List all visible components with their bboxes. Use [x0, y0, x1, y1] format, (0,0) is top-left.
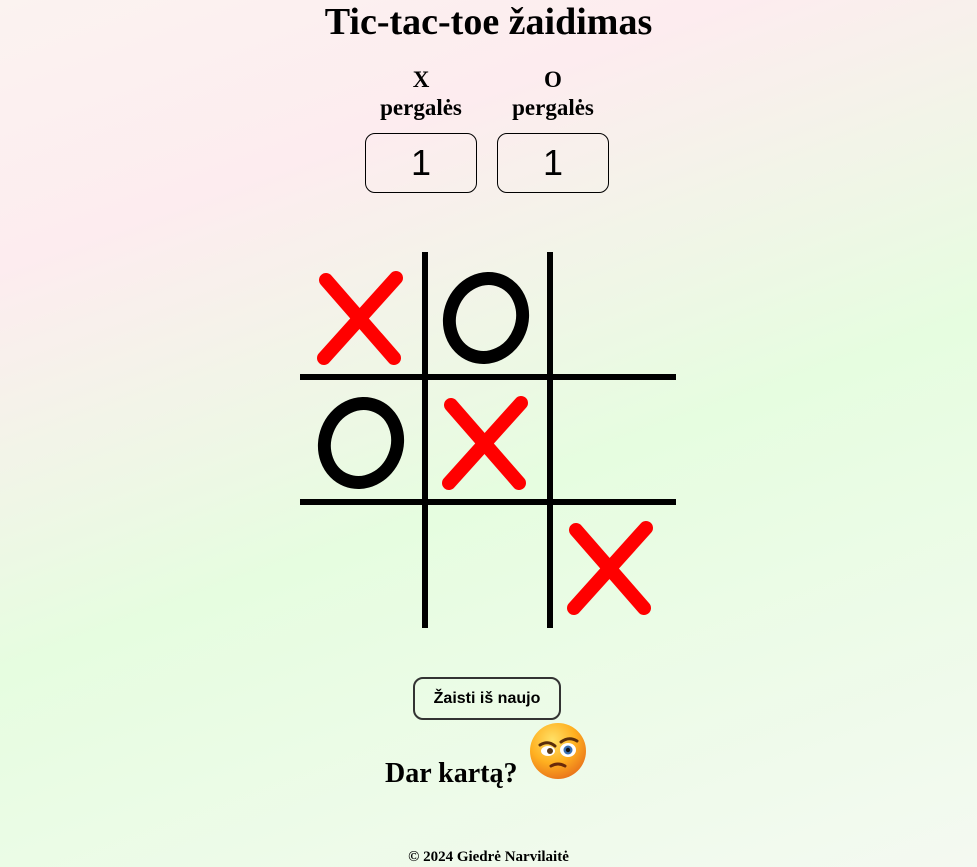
o-score-value: 1: [497, 133, 609, 193]
game-board: [300, 252, 676, 628]
board-cell[interactable]: [550, 502, 674, 626]
x-mark: [567, 521, 653, 615]
x-score-panel: X pergalės 1: [365, 66, 477, 193]
board-cell[interactable]: [425, 502, 549, 626]
x-score-label: X pergalės: [365, 66, 477, 122]
x-score-value: 1: [365, 133, 477, 193]
footer-copyright: © 2024 Giedrė Narvilaitė: [408, 849, 569, 865]
board-cell[interactable]: [300, 502, 424, 626]
restart-button[interactable]: Žaisti iš naujo: [413, 677, 561, 720]
page-title: Tic-tac-toe žaidimas: [324, 1, 653, 43]
o-mark: [317, 397, 405, 489]
board-cell[interactable]: [425, 252, 549, 376]
o-score-panel: O pergalės 1: [497, 66, 609, 193]
o-score-player: O: [544, 67, 562, 92]
x-score-caption: pergalės: [380, 95, 462, 120]
board-cell[interactable]: [550, 377, 674, 501]
board-cell[interactable]: [300, 252, 424, 376]
o-score-label: O pergalės: [497, 66, 609, 122]
board-cell[interactable]: [300, 377, 424, 501]
x-mark: [442, 396, 528, 490]
angry-face-icon: [528, 720, 588, 782]
x-mark: [317, 271, 403, 365]
play-again-prompt: Dar kartą?: [385, 758, 518, 789]
o-score-caption: pergalės: [512, 95, 594, 120]
o-mark: [442, 272, 530, 364]
board-cell[interactable]: [550, 252, 674, 376]
board-cell[interactable]: [425, 377, 549, 501]
x-score-player: X: [412, 67, 430, 92]
